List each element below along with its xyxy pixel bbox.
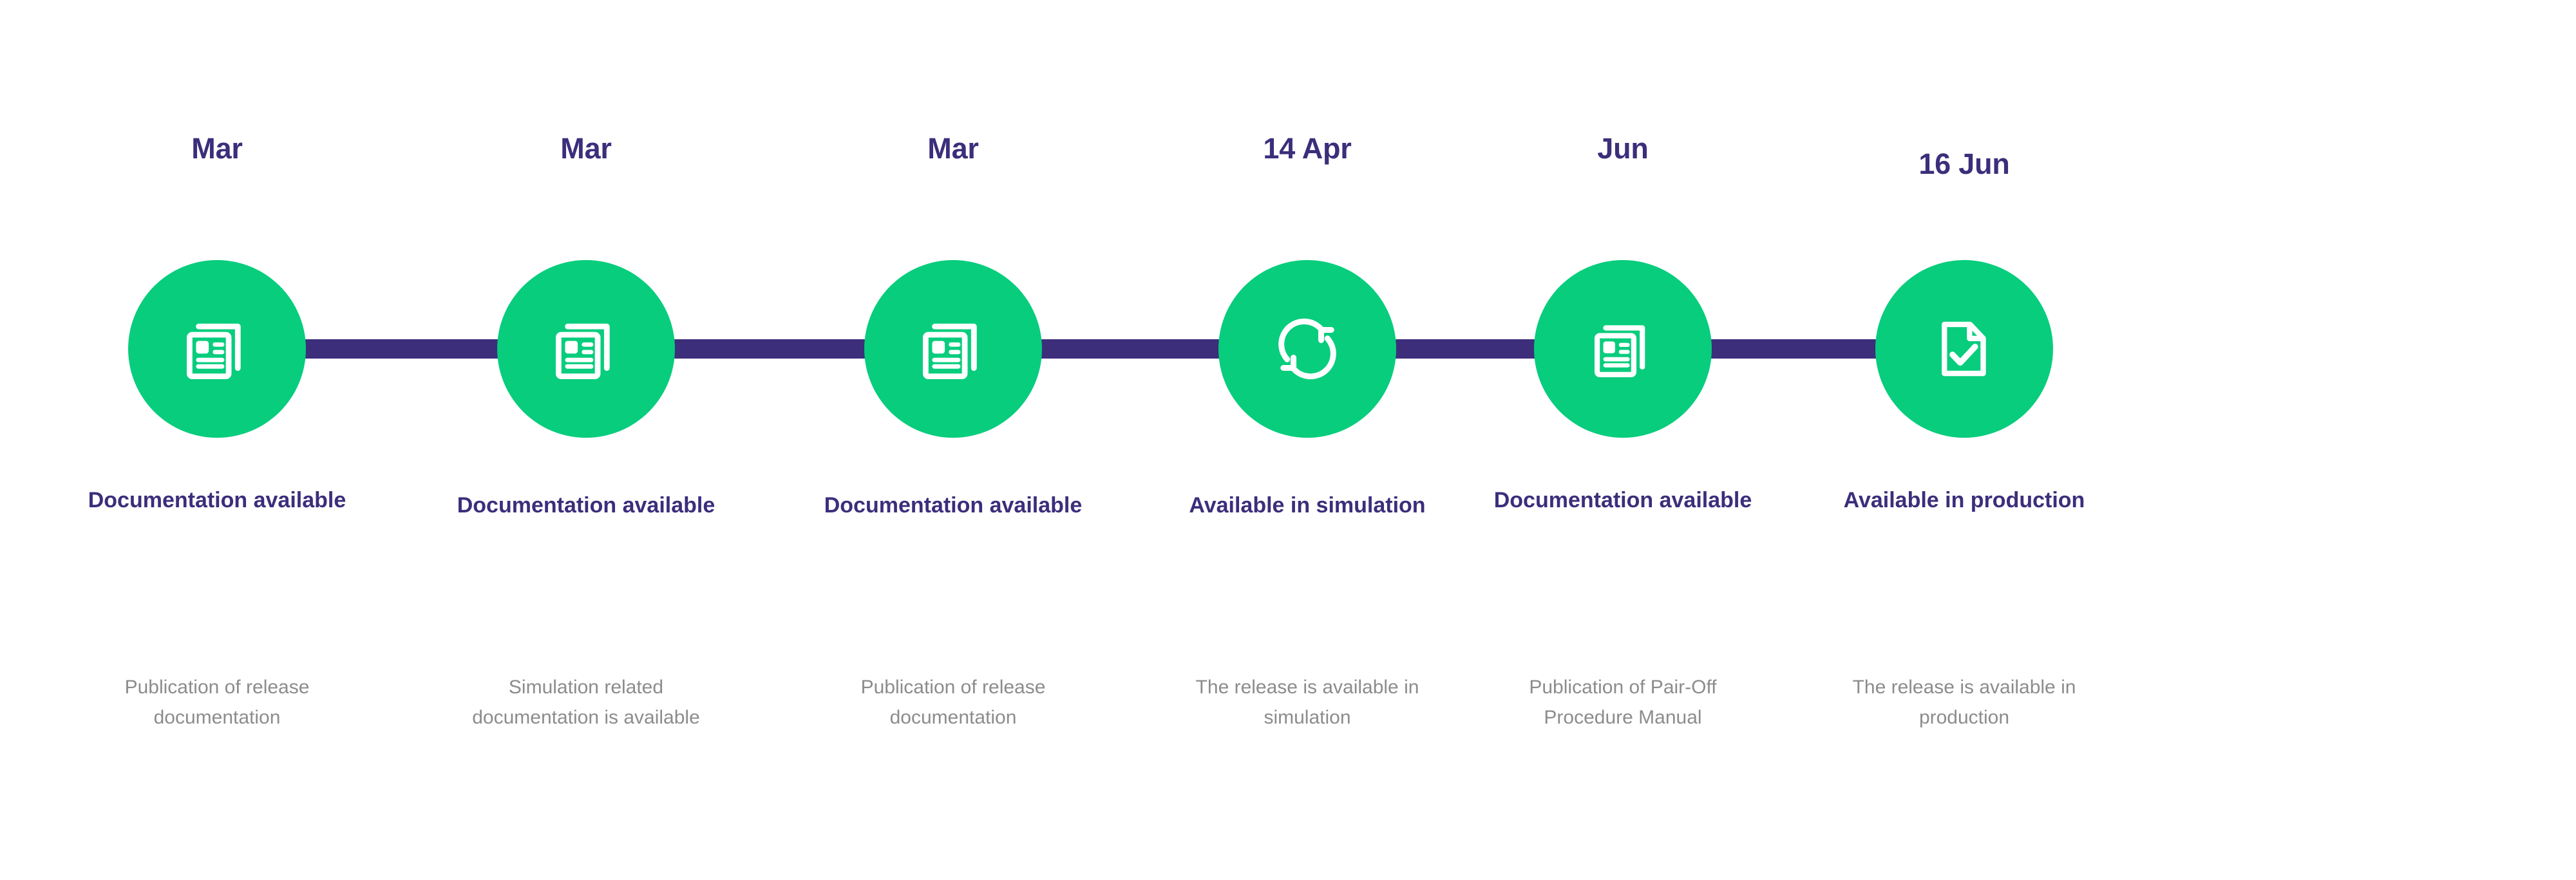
documents-icon	[177, 309, 257, 389]
timeline-milestone-3[interactable]: Mar Documentation available Publication …	[805, 0, 1101, 880]
milestone-label: Documentation available	[1493, 488, 1752, 512]
timeline-milestone-1[interactable]: Mar Documentation available Publication …	[69, 0, 365, 880]
milestone-date: Mar	[927, 132, 979, 165]
milestone-marker[interactable]	[128, 260, 306, 438]
milestone-description: Publication of release documentation	[860, 677, 1046, 728]
milestone-circle[interactable]	[1875, 260, 2053, 438]
milestone-date: Jun	[1597, 132, 1649, 165]
milestone-marker[interactable]	[1218, 260, 1396, 438]
milestone-label: Available in production	[1843, 488, 2085, 512]
documents-icon	[546, 309, 626, 389]
milestone-marker[interactable]	[497, 260, 675, 438]
milestone-marker[interactable]	[1875, 260, 2053, 438]
documents-icon	[913, 309, 993, 389]
timeline-milestone-6[interactable]: 16 Jun Available in production The relea…	[1816, 0, 2112, 880]
milestone-circle[interactable]	[1218, 260, 1396, 438]
milestone-date: Mar	[560, 132, 612, 165]
documents-icon	[1586, 312, 1660, 386]
milestone-label: Documentation available	[457, 493, 715, 518]
milestone-circle[interactable]	[864, 260, 1042, 438]
milestone-label: Documentation available	[824, 493, 1083, 518]
milestone-date: 14 Apr	[1263, 132, 1352, 165]
milestone-date: Mar	[191, 132, 243, 165]
milestone-label: Available in simulation	[1189, 493, 1426, 518]
milestone-date: 16 Jun	[1918, 147, 2010, 180]
milestone-marker[interactable]	[864, 260, 1042, 438]
milestone-description: Publication of Pair-Off Procedure Manual	[1529, 677, 1717, 728]
timeline-milestone-4[interactable]: 14 Apr Available in simulation The relea…	[1159, 0, 1455, 880]
timeline-milestone-2[interactable]: Mar Documentation available Simulation r…	[438, 0, 734, 880]
milestone-description: Publication of release documentation	[124, 677, 310, 728]
milestone-label: Documentation available	[88, 488, 346, 512]
milestone-circle[interactable]	[1534, 260, 1712, 438]
document-check-icon	[1926, 311, 2002, 387]
milestone-description: The release is available in production	[1852, 677, 2076, 728]
milestone-description: The release is available in simulation	[1195, 677, 1419, 728]
release-timeline: Mar Documentation available Publication …	[0, 0, 2576, 880]
sync-arrows-icon	[1269, 310, 1346, 388]
milestone-circle[interactable]	[128, 260, 306, 438]
timeline-milestone-5[interactable]: Jun Documentation available Publication …	[1475, 0, 1771, 880]
milestone-marker[interactable]	[1534, 260, 1712, 438]
milestone-description: Simulation related documentation is avai…	[472, 677, 700, 728]
milestone-circle[interactable]	[497, 260, 675, 438]
